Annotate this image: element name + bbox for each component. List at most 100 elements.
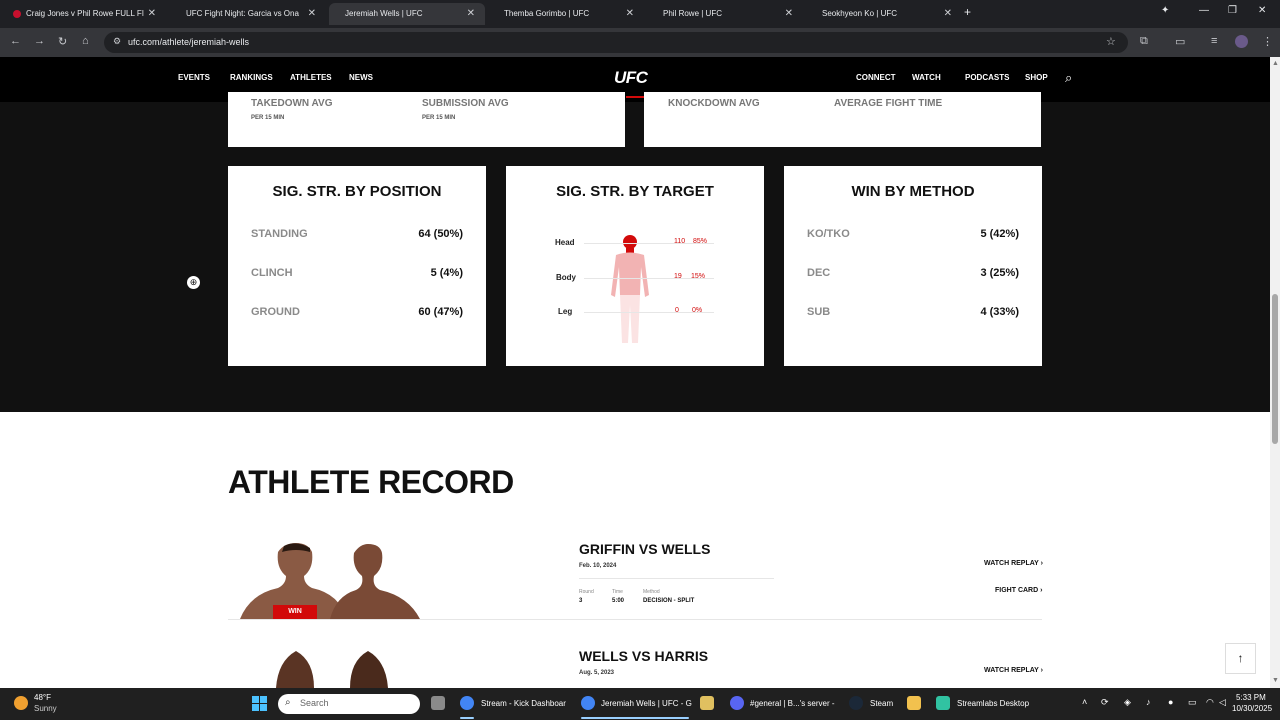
search-icon[interactable]: ⌕ — [1065, 70, 1072, 86]
volume-icon[interactable]: ◁ — [1219, 697, 1226, 708]
close-icon[interactable]: ✕ — [626, 3, 634, 25]
tab-title: Phil Rowe | UFC — [663, 9, 722, 18]
gemini-icon[interactable]: ✦ — [1161, 5, 1169, 16]
tray-overflow-icon[interactable]: ˄ — [1082, 697, 1087, 707]
network-icon[interactable]: ⟳ — [1101, 697, 1109, 708]
back-icon[interactable]: ← — [10, 35, 21, 47]
scrollbar-thumb[interactable] — [1272, 294, 1278, 444]
stat-value: 60 (47%) — [418, 306, 463, 318]
stat-row-sub: SUB 4 (33%) — [807, 306, 1019, 320]
chrome-icon[interactable] — [460, 696, 474, 710]
scroll-up-arrow-icon[interactable]: ▲ — [1272, 60, 1279, 67]
target-label-head: Head — [555, 238, 575, 247]
tab-phil-rowe[interactable]: Phil Rowe | UFC ✕ — [647, 3, 803, 25]
ufc-logo[interactable]: UFC — [614, 68, 648, 88]
fight-headline[interactable]: WELLS VS HARRIS — [579, 648, 708, 664]
nav-podcasts[interactable]: PODCASTS — [965, 73, 1009, 82]
close-icon[interactable]: ✕ — [148, 3, 156, 25]
speaker-icon[interactable]: ♪ — [1146, 697, 1151, 707]
scroll-to-top-button[interactable]: ↑ — [1225, 643, 1256, 674]
site-info-icon[interactable]: ⚙ — [113, 36, 121, 47]
steam-icon[interactable] — [849, 696, 863, 710]
sync-icon[interactable]: ◈ — [1124, 697, 1131, 708]
watch-replay-link[interactable]: WATCH REPLAY › — [984, 560, 1043, 567]
fighter-right — [350, 651, 388, 688]
clock-time[interactable]: 5:33 PM — [1236, 693, 1266, 702]
taskbar-app-label[interactable]: Steam — [870, 699, 893, 708]
clock-date[interactable]: 10/30/2025 — [1232, 704, 1272, 713]
display-icon[interactable]: ▭ — [1188, 697, 1197, 708]
home-icon[interactable]: ⌂ — [82, 35, 89, 47]
close-window-icon[interactable]: ✕ — [1258, 5, 1266, 16]
profile-avatar[interactable] — [1235, 35, 1248, 48]
close-icon[interactable]: ✕ — [785, 3, 793, 25]
menu-icon[interactable]: ⋮ — [1262, 35, 1273, 48]
windows-start-icon[interactable] — [252, 696, 267, 711]
sig-str-target-card: SIG. STR. BY TARGET Head 110 85% Body 19… — [506, 166, 764, 366]
target-count-leg: 0 — [675, 307, 679, 314]
scroll-down-arrow-icon[interactable]: ▼ — [1272, 677, 1279, 684]
reload-icon[interactable]: ↻ — [58, 35, 67, 48]
extensions-icon[interactable]: ⧉ — [1140, 35, 1148, 48]
bookmark-star-icon[interactable]: ☆ — [1106, 35, 1116, 48]
minimize-icon[interactable]: — — [1199, 5, 1209, 16]
url-field[interactable]: ⚙ ufc.com/athlete/jeremiah-wells — [104, 32, 1128, 53]
taskbar-search-box[interactable]: ⌕ Search — [278, 694, 420, 714]
nav-events[interactable]: EVENTS — [178, 73, 210, 82]
head-region — [623, 235, 637, 249]
close-icon[interactable]: ✕ — [944, 3, 952, 25]
nav-watch[interactable]: WATCH — [912, 73, 941, 82]
tab-craig-jones[interactable]: Craig Jones v Phil Rowe FULL FI ✕ — [10, 3, 166, 25]
taskbar-app-label[interactable]: Jeremiah Wells | UFC - G — [601, 699, 692, 708]
accessibility-icon[interactable]: ⊕ — [187, 276, 200, 289]
method-value: DECISION - SPLIT — [643, 598, 695, 604]
fight-date: Aug. 5, 2023 — [579, 670, 615, 676]
nav-connect[interactable]: CONNECT — [856, 73, 896, 82]
calculator-icon[interactable] — [700, 696, 714, 710]
chrome-icon[interactable] — [581, 696, 595, 710]
submission-avg-label: SUBMISSION AVG — [422, 98, 509, 109]
nav-athletes[interactable]: ATHLETES — [290, 73, 332, 82]
nav-news[interactable]: NEWS — [349, 73, 373, 82]
nav-rankings[interactable]: RANKINGS — [230, 73, 273, 82]
weather-temp[interactable]: 48°F — [34, 693, 51, 702]
method-label: Method — [643, 589, 660, 595]
taskbar-app-label[interactable]: #general | B...'s server - — [750, 699, 835, 708]
weather-desc[interactable]: Sunny — [34, 704, 57, 713]
task-view-icon[interactable] — [431, 696, 445, 710]
leg-region — [620, 295, 640, 343]
url-text[interactable]: ufc.com/athlete/jeremiah-wells — [128, 37, 249, 47]
fight-card-link[interactable]: FIGHT CARD › — [995, 587, 1042, 594]
close-icon[interactable]: ✕ — [308, 3, 316, 25]
tab-jeremiah-wells[interactable]: Jeremiah Wells | UFC ✕ — [329, 3, 485, 25]
nav-shop[interactable]: SHOP — [1025, 73, 1048, 82]
maximize-icon[interactable]: ❐ — [1228, 5, 1237, 16]
file-explorer-icon[interactable] — [907, 696, 921, 710]
fighters-image — [276, 651, 388, 688]
wifi-icon[interactable]: ◠ — [1206, 697, 1214, 708]
watch-replay-link[interactable]: WATCH REPLAY › — [984, 667, 1043, 674]
cast-icon[interactable]: ▭ — [1175, 35, 1185, 48]
stat-label: SUB — [807, 306, 831, 318]
tab-seokhyeon-ko[interactable]: Seokhyeon Ko | UFC ✕ — [806, 3, 962, 25]
fight-headline[interactable]: GRIFFIN VS WELLS — [579, 541, 710, 557]
target-pct-leg: 0% — [692, 307, 703, 314]
sig-str-position-card: SIG. STR. BY POSITION STANDING 64 (50%) … — [228, 166, 486, 366]
stats-section: TAKEDOWN AVG PER 15 MIN SUBMISSION AVG P… — [0, 92, 1270, 412]
page-scrollbar[interactable]: ▲ ▼ — [1270, 57, 1280, 688]
streamlabs-icon[interactable] — [936, 696, 950, 710]
stat-value: 3 (25%) — [980, 267, 1019, 279]
tab-search-icon[interactable]: ≡ — [1211, 35, 1217, 47]
forward-icon[interactable]: → — [34, 35, 45, 47]
close-icon[interactable]: ✕ — [467, 3, 475, 25]
mic-icon[interactable]: ● — [1168, 697, 1173, 707]
tab-ufc-fight-night[interactable]: UFC Fight Night: Garcia vs Ona ✕ — [170, 3, 326, 25]
tab-themba-gorimbo[interactable]: Themba Gorimbo | UFC ✕ — [488, 3, 644, 25]
row-divider — [228, 619, 1042, 620]
taskbar-app-label[interactable]: Stream - Kick Dashboar — [481, 699, 566, 708]
new-tab-icon[interactable]: + — [964, 5, 971, 19]
stat-value: 5 (42%) — [980, 228, 1019, 240]
target-count-head: 110 — [674, 238, 686, 245]
taskbar-app-label[interactable]: Streamlabs Desktop — [957, 699, 1029, 708]
discord-icon[interactable] — [730, 696, 744, 710]
